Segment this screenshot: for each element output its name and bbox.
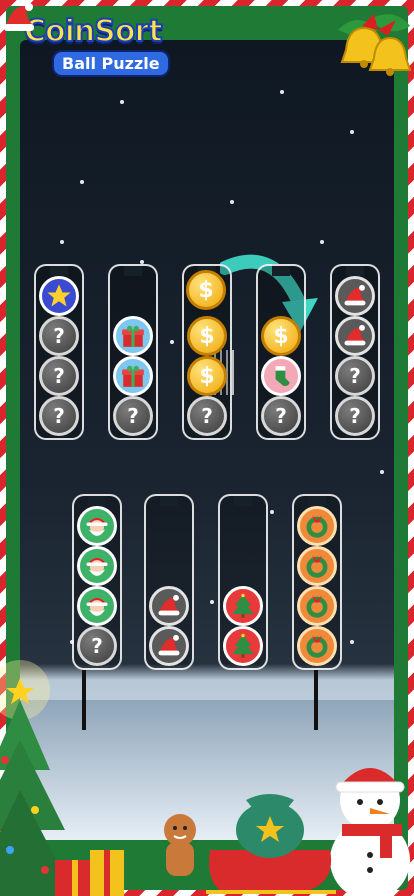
santa-icon [86,517,108,536]
unknown-symbol: ? [349,404,361,428]
bottom-tube-1[interactable]: ? [72,494,122,670]
coin-unknown[interactable]: ? [113,396,153,436]
snowflake [350,130,354,134]
coin-unknown[interactable]: ? [335,356,375,396]
top-tube-1[interactable]: ??? [34,264,84,440]
coin-unknown[interactable]: ? [187,396,227,436]
stocking-icon [275,366,290,386]
christmas-tree-icon [232,633,254,658]
stand-pole-right [314,670,318,730]
tube-neck [346,264,364,276]
snowflake [380,470,384,474]
tube-neck [160,494,178,506]
bottom-tube-2[interactable] [144,494,194,670]
tube-neck [308,494,326,506]
unknown-symbol: ? [275,404,287,428]
coin-unknown[interactable]: ? [261,396,301,436]
snowflake [320,240,324,244]
gift-icon [122,365,144,387]
snowflake [210,600,214,604]
snowflake [60,240,64,244]
snowflake [230,200,234,204]
tube-neck [50,264,68,276]
game-title: CoinSort [23,13,164,50]
unknown-symbol: ? [127,404,139,428]
unknown-symbol: ? [53,404,65,428]
top-tube-5[interactable]: ?? [330,264,380,440]
unknown-symbol: ? [53,324,65,348]
santa-hat-icon [344,324,366,346]
coin-tree[interactable] [223,626,263,666]
santa-icon [86,597,108,616]
wreath-icon [306,595,328,618]
tube-neck [88,494,106,506]
coin-hat[interactable] [335,276,375,316]
wreath-icon [306,555,328,578]
coin-unknown[interactable]: ? [335,396,375,436]
tube-neck [124,264,142,276]
coin-gold[interactable]: $ [261,316,301,356]
game-subtitle: Ball Puzzle [52,50,170,77]
top-tube-4[interactable]: $? [256,264,306,440]
coin-unknown[interactable]: ? [39,396,79,436]
dollar-symbol: $ [273,323,289,349]
dollar-symbol: $ [199,323,215,349]
coin-star[interactable] [39,276,79,316]
coin-hat[interactable] [149,586,189,626]
coin-wreath[interactable] [297,546,337,586]
dollar-symbol: $ [199,363,215,389]
wreath-icon [306,515,328,538]
santa-hat-icon [344,284,366,306]
wreath-icon [306,635,328,658]
coin-santa[interactable] [77,586,117,626]
unknown-symbol: ? [201,404,213,428]
santa-hat-icon [158,594,180,616]
dollar-symbol: $ [198,277,214,303]
snowflake [170,340,174,344]
bottom-tube-3[interactable] [218,494,268,670]
christmas-tree-icon [0,660,124,896]
unknown-symbol: ? [53,364,65,388]
coin-gold-lifted[interactable]: $ [186,270,226,310]
coin-wreath[interactable] [297,586,337,626]
coin-stocking[interactable] [261,356,301,396]
snowflake [350,640,354,644]
santa-icon [86,557,108,576]
coin-gold[interactable]: $ [187,316,227,356]
top-tube-2[interactable]: ? [108,264,158,440]
coin-gold[interactable]: $ [187,356,227,396]
star-icon [47,284,71,307]
coin-unknown[interactable]: ? [39,316,79,356]
coin-gift[interactable] [113,316,153,356]
coin-wreath[interactable] [297,506,337,546]
coin-wreath[interactable] [297,626,337,666]
coin-gift[interactable] [113,356,153,396]
unknown-symbol: ? [349,364,361,388]
snowflake [270,510,274,514]
santa-hat-icon [4,3,34,31]
tube-neck [234,494,252,506]
snowflake [280,90,284,94]
santa-hat-icon [158,634,180,656]
coin-hat[interactable] [335,316,375,356]
gift-icon [122,325,144,347]
coin-tree[interactable] [223,586,263,626]
game-logo: CoinSort Ball Puzzle [18,13,178,84]
snowflake [80,180,84,184]
coin-hat[interactable] [149,626,189,666]
unknown-symbol: ? [91,634,103,658]
christmas-tree-icon [232,593,254,618]
coin-unknown[interactable]: ? [39,356,79,396]
sleigh-icon [164,794,336,894]
snowflake [120,100,124,104]
christmas-bells-icon [338,14,412,76]
bottom-tube-4[interactable] [292,494,342,670]
tube-neck [272,264,290,276]
coin-santa[interactable] [77,506,117,546]
coin-santa[interactable] [77,546,117,586]
